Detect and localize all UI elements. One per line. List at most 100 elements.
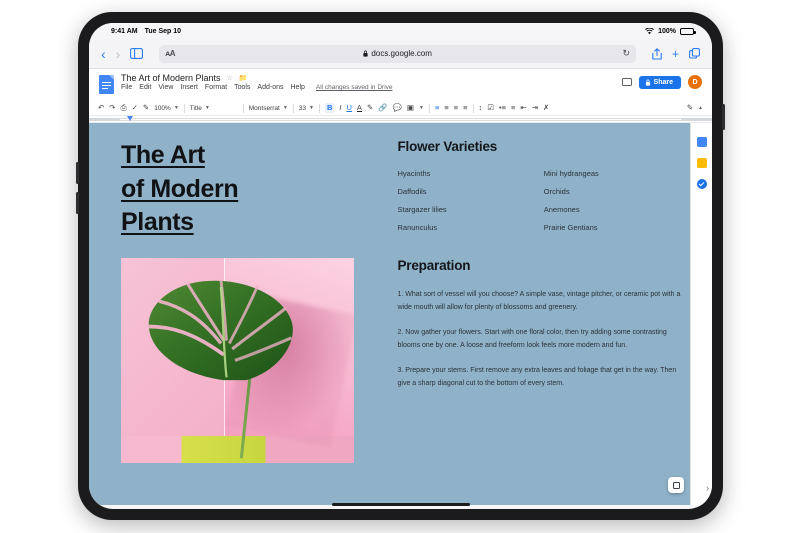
- ios-status-bar: 9:41 AM Tue Sep 10 100%: [89, 23, 712, 39]
- underline-icon[interactable]: U: [347, 104, 352, 112]
- heading-line-3: Plants: [121, 208, 194, 236]
- docs-right-sidebar: [690, 123, 712, 505]
- menu-tools[interactable]: Tools: [234, 84, 250, 91]
- flower-varieties-list: Hyacinths Mini hydrangeas Daffodils Orch…: [398, 169, 691, 232]
- avatar[interactable]: D: [688, 75, 702, 89]
- indent-decrease-icon[interactable]: ⇤: [520, 104, 526, 112]
- reload-icon[interactable]: ↻: [622, 48, 630, 59]
- section-heading-preparation: Preparation: [397, 258, 471, 273]
- menu-file[interactable]: File: [121, 84, 132, 91]
- google-docs-header: The Art of Modern Plants ☆ 📁 File Edit V…: [89, 69, 712, 101]
- header-actions: Share D: [621, 75, 702, 89]
- text-color-icon[interactable]: A: [356, 104, 362, 113]
- plus-icon[interactable]: +: [672, 47, 679, 61]
- insert-link-icon[interactable]: 🔗: [378, 104, 387, 112]
- tabs-icon[interactable]: [689, 48, 700, 59]
- toolbar-divider: [292, 103, 294, 113]
- list-item: Hyacinths: [397, 169, 431, 178]
- insert-image-icon[interactable]: ▣: [407, 104, 414, 112]
- battery-icon: [680, 27, 696, 35]
- save-status-link[interactable]: All changes saved in Drive: [316, 84, 393, 91]
- preparation-paragraph-2: 2. Now gather your flowers. Start with o…: [397, 328, 667, 349]
- list-item: Anemones: [543, 205, 580, 214]
- indent-increase-icon[interactable]: ⇥: [532, 104, 538, 112]
- document-ruler[interactable]: [89, 116, 712, 123]
- edit-fab-icon[interactable]: [668, 477, 684, 493]
- list-item: Daffodils: [397, 187, 427, 196]
- document-page: The Art of Modern Plants Flower Varietie…: [89, 123, 690, 505]
- google-calendar-icon[interactable]: [696, 137, 707, 147]
- toolbar-divider: [472, 103, 474, 113]
- lock-icon: [363, 50, 369, 57]
- align-justify-icon[interactable]: ≡: [463, 104, 467, 112]
- monstera-leaf-photo[interactable]: [121, 257, 354, 463]
- move-to-folder-icon[interactable]: 📁: [239, 74, 248, 82]
- menu-edit[interactable]: Edit: [139, 84, 151, 91]
- preparation-paragraph-3: 3. Prepare your stems. First remove any …: [397, 366, 677, 387]
- list-item: Stargazer lilies: [397, 205, 447, 214]
- menu-format[interactable]: Format: [205, 84, 227, 91]
- zoom-value: 100%: [154, 104, 171, 112]
- book-sidebar-icon[interactable]: [130, 48, 144, 59]
- zoom-selector[interactable]: 100% ▼: [154, 105, 179, 112]
- font-value: Montserrat: [248, 104, 280, 112]
- checklist-icon[interactable]: ☑: [487, 104, 494, 112]
- menu-insert[interactable]: Insert: [180, 84, 198, 91]
- back-icon[interactable]: ‹: [101, 47, 106, 61]
- redo-icon[interactable]: ↷: [109, 104, 115, 112]
- document-right-column: Flower Varieties Hyacinths Mini hydrange…: [390, 139, 691, 505]
- highlight-icon[interactable]: ✎: [367, 104, 373, 112]
- status-left-group: 9:41 AM Tue Sep 10: [111, 28, 181, 35]
- url-display: docs.google.com: [159, 49, 636, 58]
- url-address-bar[interactable]: ᴀA docs.google.com ↻: [159, 44, 636, 63]
- list-item: Mini hydrangeas: [543, 169, 599, 178]
- align-left-icon[interactable]: ≡: [435, 104, 439, 112]
- edit-mode-icon[interactable]: ✎: [687, 104, 693, 112]
- document-canvas[interactable]: The Art of Modern Plants Flower Varietie…: [89, 123, 712, 505]
- google-tasks-icon[interactable]: [696, 179, 707, 189]
- indent-marker-handle[interactable]: [127, 116, 133, 121]
- monstera-leaf-icon: [149, 279, 294, 380]
- bold-icon[interactable]: B: [324, 103, 335, 113]
- undo-icon[interactable]: ↶: [98, 104, 104, 112]
- line-spacing-icon[interactable]: ↕: [479, 104, 483, 112]
- google-keep-icon[interactable]: [696, 158, 707, 168]
- chevron-up-icon[interactable]: ▲: [698, 105, 703, 111]
- share-button[interactable]: Share: [638, 75, 681, 89]
- share-button-label: Share: [653, 78, 673, 86]
- font-family-selector[interactable]: Montserrat ▼: [249, 105, 288, 112]
- align-right-icon[interactable]: ≡: [454, 104, 458, 112]
- toolbar-divider: [242, 103, 244, 113]
- ruler-margin-right: [682, 118, 712, 121]
- docs-format-toolbar: ↶ ↷ ⎙ ✓ ✎ 100% ▼ Title ▼ Montserrat ▼ 33…: [89, 101, 712, 116]
- google-docs-icon[interactable]: [99, 75, 114, 94]
- home-indicator[interactable]: [331, 503, 470, 506]
- volume-down-button[interactable]: [76, 192, 79, 214]
- share-up-icon[interactable]: [652, 47, 662, 60]
- paragraph-style-selector[interactable]: Title ▼: [190, 105, 238, 112]
- star-outline-icon[interactable]: ☆: [227, 74, 233, 82]
- document-title[interactable]: The Art of Modern Plants: [121, 73, 221, 83]
- align-center-icon[interactable]: ≡: [444, 104, 448, 112]
- list-item: Ranunculus: [397, 223, 438, 232]
- chevron-down-icon[interactable]: ▼: [419, 105, 424, 111]
- ipad-device-frame: 9:41 AM Tue Sep 10 100% ‹ › ᴀA docs.goog…: [76, 12, 725, 520]
- paint-format-icon[interactable]: ✎: [143, 104, 149, 112]
- bulleted-list-icon[interactable]: •≡: [499, 104, 506, 112]
- print-icon[interactable]: ⎙: [121, 104, 127, 112]
- font-size-selector[interactable]: 33 ▼: [299, 105, 314, 112]
- italic-icon[interactable]: I: [339, 104, 341, 112]
- comment-icon[interactable]: [621, 78, 632, 86]
- menu-view[interactable]: View: [158, 84, 173, 91]
- forward-icon[interactable]: ›: [116, 47, 121, 61]
- clear-formatting-icon[interactable]: ✗: [543, 104, 549, 112]
- numbered-list-icon[interactable]: ≡: [511, 104, 515, 112]
- menu-addons[interactable]: Add-ons: [257, 84, 283, 91]
- volume-up-button[interactable]: [76, 162, 79, 184]
- fab-inner-square: [672, 481, 680, 489]
- spellcheck-icon[interactable]: ✓: [132, 104, 138, 112]
- menu-help[interactable]: Help: [291, 84, 305, 91]
- add-comment-icon[interactable]: 💬: [393, 104, 402, 112]
- document-heading: The Art of Modern Plants: [121, 139, 390, 240]
- chevron-right-icon[interactable]: ›: [706, 483, 709, 493]
